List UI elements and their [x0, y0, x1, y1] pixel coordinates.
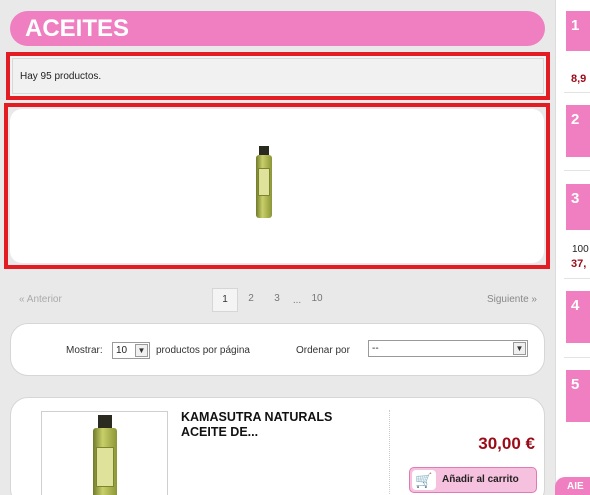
sidebar-divider — [564, 170, 590, 171]
main-column: ACEITES Hay 95 productos. « Anterior 1 2… — [0, 0, 555, 495]
per-page-select[interactable]: 10 ▼ — [112, 342, 150, 359]
product-image[interactable] — [41, 411, 168, 495]
page-link-2[interactable]: 2 — [238, 288, 264, 312]
category-banner-highlight — [4, 103, 550, 269]
pagination-prev[interactable]: « Anterior — [19, 294, 62, 305]
product-bottle-image — [92, 415, 118, 495]
sidebar-section-tab[interactable]: AIE — [555, 477, 590, 495]
page-link-10[interactable]: 10 — [304, 288, 330, 312]
rank-badge-3[interactable]: 3 — [566, 184, 590, 230]
product-card: KAMASUTRA NATURALS ACEITE DE... 30,00 € … — [10, 397, 545, 495]
chevron-down-icon: ▼ — [513, 342, 526, 355]
top-sellers-sidebar: 1 8,9 2 3 100 37, 4 5 — [555, 0, 590, 495]
rank-1-price: 8,9 — [571, 73, 587, 85]
rank-badge-1[interactable]: 1 — [566, 11, 590, 51]
shopping-cart-icon: 🛒 — [412, 470, 436, 490]
rank-badge-5[interactable]: 5 — [566, 370, 590, 422]
banner-product-image — [255, 146, 273, 218]
sidebar-divider — [564, 357, 590, 358]
product-count: Hay 95 productos. — [12, 58, 544, 94]
pagination-next[interactable]: Siguiente » — [487, 294, 537, 305]
product-price: 30,00 € — [478, 434, 535, 453]
sort-value: -- — [372, 343, 379, 354]
show-label: Mostrar: — [66, 345, 103, 356]
sort-label: Ordenar por — [296, 345, 350, 356]
rank-badge-2[interactable]: 2 — [566, 105, 590, 157]
sidebar-divider — [564, 278, 590, 279]
listing-options-bar: Mostrar: 10 ▼ productos por página Orden… — [10, 323, 545, 376]
chevron-down-icon: ▼ — [135, 344, 148, 357]
add-to-cart-button[interactable]: 🛒 Añadir al carrito — [409, 467, 537, 493]
rank-badge-4[interactable]: 4 — [566, 291, 590, 343]
product-divider — [389, 410, 390, 495]
rank-3-price: 37, — [571, 258, 587, 270]
per-page-label: productos por página — [156, 345, 250, 356]
rank-3-text: 100 — [572, 244, 589, 255]
sidebar-divider — [564, 92, 590, 93]
pagination-ellipsis: ... — [292, 294, 302, 306]
category-banner — [10, 109, 544, 263]
pagination-pages: 1 2 3 ... 10 — [212, 288, 330, 312]
per-page-value: 10 — [116, 345, 128, 356]
page-link-1[interactable]: 1 — [212, 288, 238, 312]
pagination: « Anterior 1 2 3 ... 10 Siguiente » — [10, 288, 545, 312]
category-title: ACEITES — [10, 11, 545, 46]
add-to-cart-label: Añadir al carrito — [442, 474, 519, 485]
sort-select[interactable]: -- ▼ — [368, 340, 528, 357]
page-link-3[interactable]: 3 — [264, 288, 290, 312]
product-name[interactable]: KAMASUTRA NATURALS ACEITE DE... — [181, 410, 381, 440]
product-count-highlight: Hay 95 productos. — [6, 52, 550, 100]
